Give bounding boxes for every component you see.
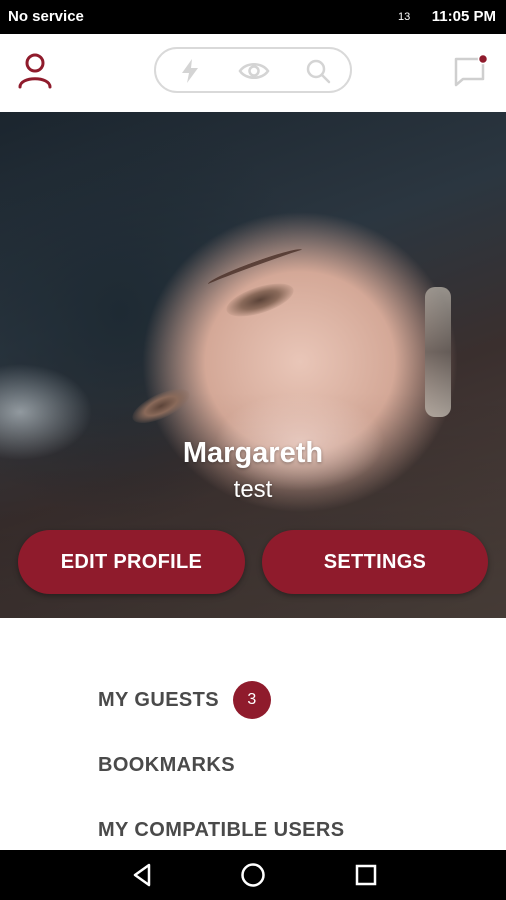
search-button[interactable]: [298, 55, 338, 87]
profile-name: Margareth: [182, 437, 324, 469]
menu-item-label: MY COMPATIBLE USERS: [98, 818, 345, 841]
search-icon: [306, 59, 331, 84]
menu-item-my-guests[interactable]: MY GUESTS 3: [98, 680, 272, 720]
menu-item-label: BOOKMARKS: [98, 753, 235, 776]
messages-button[interactable]: [448, 48, 494, 94]
back-button[interactable]: [127, 860, 157, 890]
system-nav-bar: [0, 850, 506, 900]
guests-count-badge: 3: [233, 681, 272, 719]
clock: 11:05 PM: [431, 8, 496, 25]
photo-detail: [425, 287, 451, 417]
recents-icon: [355, 864, 377, 886]
recents-button[interactable]: [351, 860, 381, 890]
status-badge: 13: [398, 11, 411, 23]
status-bar: No service 13 11:05 PM: [0, 0, 506, 34]
visitors-button[interactable]: [234, 55, 274, 87]
menu-item-bookmarks[interactable]: BOOKMARKS: [98, 745, 235, 785]
edit-profile-button[interactable]: EDIT PROFILE: [18, 530, 245, 594]
settings-button[interactable]: SETTINGS: [262, 530, 488, 594]
flash-icon: [182, 59, 198, 83]
profile-button[interactable]: [12, 48, 58, 94]
profile-photo[interactable]: Margareth test EDIT PROFILE SETTINGS: [0, 112, 506, 618]
carrier-text: No service: [8, 8, 84, 25]
back-icon: [133, 863, 151, 887]
profile-menu: MY GUESTS 3 BOOKMARKS MY COMPATIBLE USER…: [0, 618, 506, 850]
menu-item-compatible-users[interactable]: MY COMPATIBLE USERS: [98, 810, 345, 850]
app-bar: [0, 34, 506, 112]
profile-subtitle: test: [233, 476, 273, 503]
mode-switcher: [154, 47, 352, 93]
eye-icon: [238, 63, 270, 79]
menu-item-label: MY GUESTS: [98, 688, 220, 711]
person-icon: [18, 53, 52, 89]
home-button[interactable]: [238, 860, 268, 890]
chat-icon: [454, 53, 489, 87]
flash-button[interactable]: [170, 55, 210, 87]
home-icon: [241, 863, 265, 887]
